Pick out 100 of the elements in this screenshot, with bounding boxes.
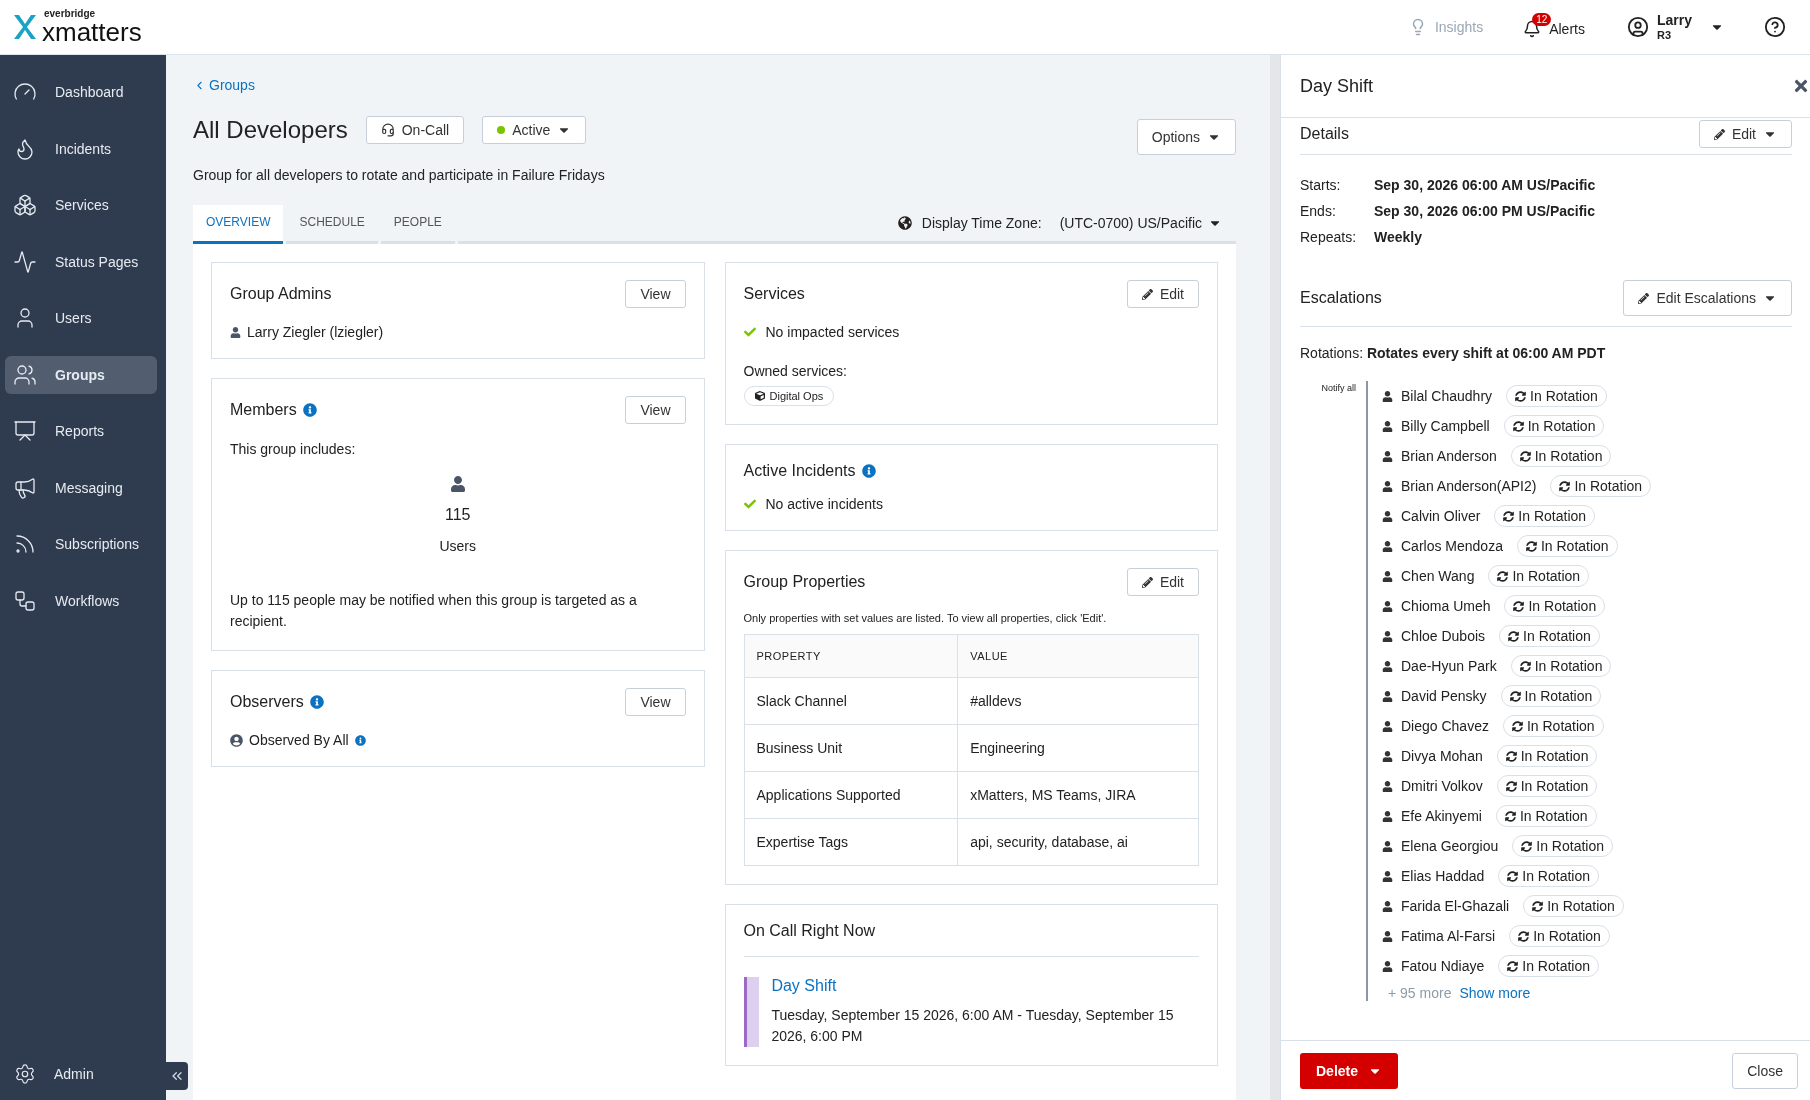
sync-icon xyxy=(1505,750,1517,762)
rotation-info: Rotations: Rotates every shift at 06:00 AM PDT xyxy=(1300,345,1607,361)
sync-icon xyxy=(1508,630,1520,642)
user-icon xyxy=(1382,660,1393,672)
card-title: Active Incidents xyxy=(743,462,856,480)
nav-icon xyxy=(13,419,37,443)
user-icon xyxy=(1382,540,1393,552)
section-title: Details xyxy=(1300,125,1349,143)
sidebar-item[interactable]: Status Pages xyxy=(5,242,157,281)
member-name: Fatou Ndiaye xyxy=(1401,958,1485,974)
table-cell: #alldevs xyxy=(957,677,1199,725)
close-button[interactable]: Close xyxy=(1732,1052,1798,1089)
shift-link[interactable]: Day Shift xyxy=(771,977,1199,995)
sidebar-item[interactable]: Incidents xyxy=(5,129,157,168)
user-icon xyxy=(1382,690,1393,702)
view-button[interactable]: View xyxy=(625,396,686,424)
breadcrumb-link[interactable]: Groups xyxy=(193,77,1236,93)
services-status: No impacted services xyxy=(765,324,900,340)
sync-icon xyxy=(1518,930,1530,942)
member-name: Chen Wang xyxy=(1401,568,1475,584)
user-icon xyxy=(1382,480,1393,492)
logo-icon xyxy=(12,13,38,41)
sync-icon xyxy=(1507,960,1519,972)
info-icon xyxy=(354,734,366,746)
members-intro: This group includes: xyxy=(230,441,356,457)
admin-name: Larry Ziegler (lziegler) xyxy=(247,324,384,340)
user-icon xyxy=(1382,450,1393,462)
sync-icon xyxy=(1512,420,1524,432)
member-name: Efe Akinyemi xyxy=(1401,808,1482,824)
user-icon xyxy=(1382,900,1393,912)
edit-escalations-dropdown[interactable]: Edit Escalations xyxy=(1623,280,1792,316)
table-cell: Business Unit xyxy=(744,724,958,772)
user-icon xyxy=(1382,630,1393,642)
sync-icon xyxy=(1503,510,1515,522)
brand-tagline: everbridge xyxy=(44,9,97,19)
user-menu[interactable]: Larry R3 xyxy=(1626,13,1724,41)
tab[interactable]: OVERVIEW xyxy=(193,205,284,244)
delete-button[interactable]: Delete xyxy=(1300,1052,1399,1089)
info-icon xyxy=(861,464,876,478)
member-name: David Pensky xyxy=(1401,688,1487,704)
nav-icon xyxy=(13,249,37,274)
member-name: Elena Georgiou xyxy=(1401,838,1499,854)
user-icon xyxy=(1382,810,1393,822)
user-icon xyxy=(1382,570,1393,582)
column-header: VALUE xyxy=(957,634,1199,678)
options-dropdown[interactable]: Options xyxy=(1136,119,1236,155)
sidebar-item[interactable]: Messaging xyxy=(5,468,157,507)
headset-icon xyxy=(380,123,395,137)
incidents-status: No active incidents xyxy=(765,496,883,512)
sync-icon xyxy=(1511,720,1523,732)
field-value: Sep 30, 2026 06:00 PM US/Pacific xyxy=(1374,203,1596,219)
collapse-button[interactable] xyxy=(166,1062,188,1090)
owned-services-label: Owned services: xyxy=(743,363,847,379)
check-icon xyxy=(743,326,756,338)
sidebar-item[interactable]: Reports xyxy=(5,412,157,450)
sync-icon xyxy=(1513,600,1525,612)
table-cell: api, security, database, ai xyxy=(957,818,1199,866)
sidebar-item[interactable]: Admin xyxy=(0,1052,166,1096)
card-title: On Call Right Now xyxy=(743,922,877,940)
sidebar-item[interactable]: Groups xyxy=(5,355,157,394)
edit-dropdown[interactable]: Edit xyxy=(1698,120,1792,148)
view-button[interactable]: View xyxy=(625,688,686,716)
sidebar-item[interactable]: Services xyxy=(5,186,157,224)
help-icon xyxy=(1764,16,1786,38)
nav-icon xyxy=(13,193,37,217)
close-button[interactable] xyxy=(1792,77,1810,95)
help-button[interactable] xyxy=(1764,16,1786,38)
show-more-link[interactable]: Show more xyxy=(1459,985,1531,1001)
edit-button[interactable]: Edit xyxy=(1126,568,1199,596)
timezone-dropdown[interactable]: (UTC-0700) US/Pacific xyxy=(1059,215,1222,231)
globe-icon xyxy=(897,216,912,230)
notify-label: Notify all xyxy=(1321,383,1356,393)
sync-icon xyxy=(1519,660,1531,672)
sidebar-item[interactable]: Subscriptions xyxy=(5,525,157,563)
on-call-button[interactable]: On-Call xyxy=(365,116,465,144)
user-icon xyxy=(230,326,241,338)
timezone-label: Display Time Zone: xyxy=(921,215,1042,231)
table-cell: Applications Supported xyxy=(744,771,958,819)
settings-icon xyxy=(14,1063,36,1085)
group-description: Group for all developers to rotate and participate in Failure Fridays xyxy=(193,167,606,183)
info-icon xyxy=(309,695,324,709)
member-name: Brian Anderson xyxy=(1401,448,1497,464)
sidebar-item[interactable]: Workflows xyxy=(5,581,157,620)
edit-button[interactable]: Edit xyxy=(1126,280,1199,308)
user-icon xyxy=(1382,510,1393,522)
member-count: 115 xyxy=(445,506,471,524)
view-button[interactable]: View xyxy=(625,280,686,308)
card-title: Services xyxy=(743,285,805,303)
sync-icon xyxy=(1509,690,1521,702)
card-title: Members xyxy=(230,401,297,419)
nav-icon xyxy=(13,475,37,500)
status-dot xyxy=(497,126,506,134)
pencil-icon xyxy=(1638,292,1650,304)
sync-icon xyxy=(1521,840,1533,852)
sidebar-item[interactable]: Dashboard xyxy=(5,73,157,111)
field-label: Ends: xyxy=(1300,203,1337,219)
user-icon xyxy=(449,476,466,492)
sidebar-item[interactable]: Users xyxy=(5,299,157,337)
card-title: Group Properties xyxy=(743,573,866,591)
status-dropdown[interactable]: Active xyxy=(482,116,587,144)
